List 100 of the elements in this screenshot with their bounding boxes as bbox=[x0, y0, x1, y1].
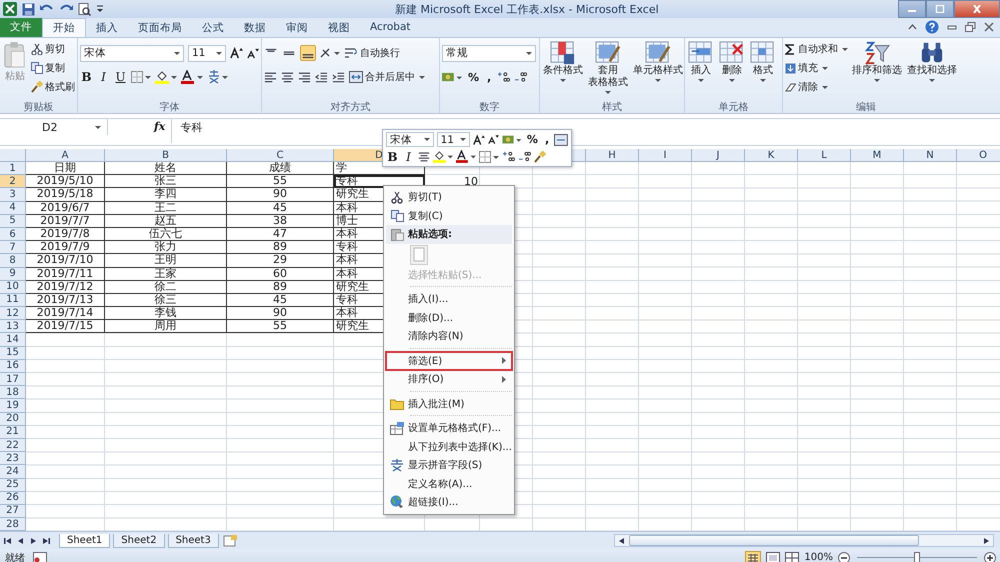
style-button[interactable]: 条件格式 bbox=[542, 40, 584, 83]
row-header[interactable]: 2 bbox=[0, 175, 26, 188]
column-header[interactable]: J bbox=[692, 149, 745, 162]
align-right-icon[interactable] bbox=[298, 71, 311, 83]
font-size-field[interactable]: 11 bbox=[188, 44, 226, 62]
maximize-button[interactable] bbox=[926, 0, 954, 18]
row-header[interactable]: 10 bbox=[0, 280, 26, 294]
editing-button[interactable]: 自动求和 bbox=[785, 40, 848, 58]
editing-button[interactable]: 清除 bbox=[785, 78, 848, 96]
column-header[interactable]: C bbox=[227, 149, 334, 162]
column-header[interactable]: O bbox=[957, 149, 1000, 162]
zoom-slider[interactable] bbox=[914, 552, 920, 562]
row-header[interactable]: 27 bbox=[0, 504, 26, 518]
row-header[interactable]: 19 bbox=[0, 399, 26, 413]
first-sheet-icon[interactable] bbox=[4, 536, 12, 544]
row-header[interactable]: 7 bbox=[0, 241, 26, 254]
collapse-ribbon-icon[interactable] bbox=[908, 23, 917, 31]
column-header[interactable]: A bbox=[26, 149, 105, 162]
column-header[interactable]: N bbox=[904, 149, 957, 162]
style-button[interactable]: 套用 表格格式 bbox=[587, 40, 629, 95]
cell-button[interactable]: 删除 bbox=[718, 40, 746, 83]
font-style-button[interactable]: B bbox=[386, 150, 399, 164]
ribbon-tab[interactable]: Acrobat bbox=[360, 19, 420, 37]
menu-item[interactable]: 筛选(E) bbox=[386, 352, 512, 370]
merge-cells-icon[interactable] bbox=[554, 134, 568, 146]
decrease-decimal-icon[interactable] bbox=[518, 151, 531, 162]
font-name-field[interactable]: 宋体 bbox=[386, 132, 434, 147]
currency-icon[interactable] bbox=[442, 70, 462, 84]
row-header[interactable]: 21 bbox=[0, 426, 26, 439]
row-header[interactable]: 22 bbox=[0, 438, 26, 452]
row-header[interactable]: 14 bbox=[0, 333, 26, 347]
format-painter-icon[interactable] bbox=[534, 150, 546, 162]
page-layout-icon[interactable] bbox=[766, 552, 780, 562]
cell-button[interactable]: 格式 bbox=[749, 40, 777, 83]
borders-icon[interactable] bbox=[479, 150, 499, 162]
row-header[interactable]: 17 bbox=[0, 373, 26, 386]
scroll-right-icon[interactable] bbox=[983, 536, 989, 544]
row-header[interactable]: 28 bbox=[0, 518, 26, 531]
row-header[interactable]: 15 bbox=[0, 346, 26, 360]
find-select-button[interactable]: 查找和选择 bbox=[906, 40, 958, 83]
normal-view-icon[interactable] bbox=[745, 550, 762, 562]
help-icon[interactable] bbox=[925, 20, 939, 34]
sheet-tab[interactable]: Sheet1 bbox=[59, 534, 110, 548]
ribbon-tab[interactable]: 开始 bbox=[42, 18, 86, 37]
scroll-left-icon[interactable] bbox=[619, 536, 625, 544]
ribbon-tab[interactable]: 数据 bbox=[234, 19, 276, 37]
macro-record-icon[interactable] bbox=[33, 552, 47, 562]
horizontal-scrollbar[interactable] bbox=[614, 534, 994, 547]
editing-button[interactable]: 填充 bbox=[785, 59, 848, 77]
row-header[interactable]: 1 bbox=[0, 162, 26, 176]
wrap-text-button[interactable]: 自动换行 bbox=[344, 44, 400, 62]
zoom-in-icon[interactable] bbox=[984, 552, 996, 562]
number-format-field[interactable]: 常规 bbox=[442, 44, 536, 62]
fill-color-icon[interactable] bbox=[433, 150, 453, 163]
shrink-font-icon[interactable] bbox=[488, 134, 500, 145]
orientation-icon[interactable] bbox=[320, 47, 340, 59]
column-header[interactable]: H bbox=[586, 149, 639, 162]
font-size-field[interactable]: 11 bbox=[436, 132, 470, 147]
align-center-icon[interactable] bbox=[418, 151, 430, 162]
page-break-icon[interactable] bbox=[785, 552, 800, 562]
ribbon-tab[interactable]: 审阅 bbox=[276, 19, 318, 37]
ribbon-tab[interactable]: 视图 bbox=[318, 19, 360, 37]
row-header[interactable]: 23 bbox=[0, 452, 26, 466]
scrollbar-thumb[interactable] bbox=[629, 535, 919, 546]
clipboard-button[interactable]: 剪切 bbox=[31, 40, 75, 58]
align-bottom-icon[interactable] bbox=[300, 45, 316, 61]
row-header[interactable]: 5 bbox=[0, 214, 26, 228]
row-header[interactable]: 24 bbox=[0, 465, 26, 478]
currency-icon[interactable] bbox=[502, 134, 522, 146]
close-button[interactable] bbox=[954, 0, 1000, 18]
restore-icon[interactable] bbox=[965, 22, 976, 32]
minimize-icon[interactable] bbox=[947, 23, 957, 31]
row-header[interactable]: 12 bbox=[0, 307, 26, 320]
increase-decimal-icon[interactable] bbox=[497, 71, 510, 83]
zoom-level[interactable]: 100% bbox=[804, 552, 833, 562]
row-header[interactable]: 16 bbox=[0, 360, 26, 373]
print-preview-icon[interactable] bbox=[78, 2, 91, 16]
increase-indent-icon[interactable] bbox=[332, 71, 345, 83]
row-header[interactable]: 25 bbox=[0, 478, 26, 492]
sheet-tab[interactable]: Sheet3 bbox=[168, 534, 219, 548]
menu-item[interactable]: 排序(O) bbox=[386, 370, 512, 388]
column-header[interactable]: M bbox=[851, 149, 904, 162]
minimize-button[interactable] bbox=[898, 0, 926, 18]
font-style-button[interactable]: I bbox=[402, 150, 415, 164]
number-style-button[interactable]: , bbox=[542, 133, 552, 146]
decrease-indent-icon[interactable] bbox=[315, 71, 328, 83]
font-style-button[interactable]: U bbox=[114, 70, 127, 84]
grow-font-icon[interactable] bbox=[473, 134, 486, 146]
shrink-font-icon[interactable] bbox=[247, 48, 259, 58]
decrease-decimal-icon[interactable] bbox=[514, 71, 528, 83]
align-left-icon[interactable] bbox=[264, 71, 277, 83]
file-tab[interactable]: 文件 bbox=[0, 18, 42, 37]
sort-filter-button[interactable]: 排序和筛选 bbox=[851, 40, 903, 83]
menu-item[interactable]: 超链接(I)... bbox=[386, 493, 512, 512]
row-header[interactable]: 13 bbox=[0, 320, 26, 334]
name-box[interactable]: D2 bbox=[0, 119, 108, 135]
menu-item[interactable]: 从下拉列表中选择(K)... bbox=[386, 438, 512, 456]
clipboard-button[interactable]: 格式刷 bbox=[31, 78, 75, 96]
row-header[interactable]: 11 bbox=[0, 294, 26, 308]
font-style-button[interactable]: I bbox=[97, 70, 110, 84]
